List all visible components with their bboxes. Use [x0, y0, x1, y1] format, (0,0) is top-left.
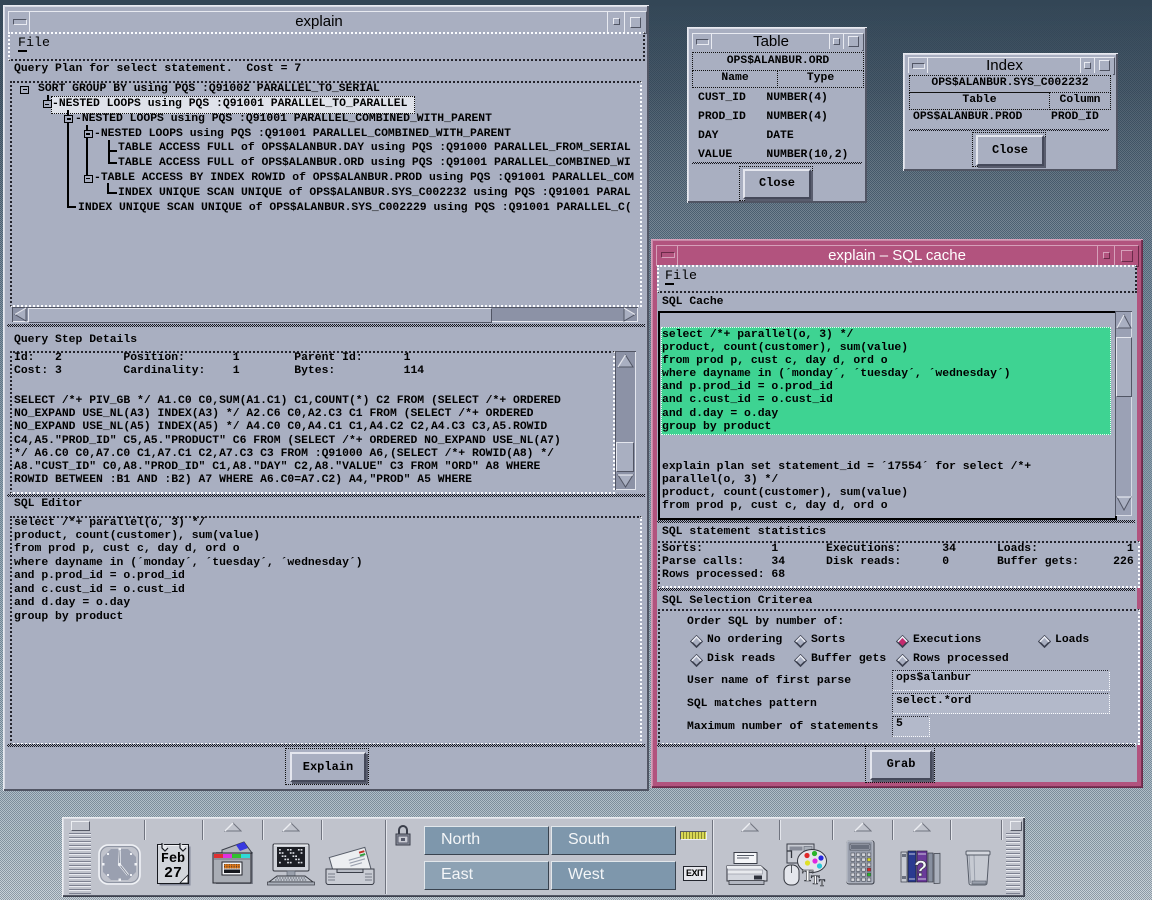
svg-text:T: T — [819, 878, 825, 887]
svg-text:27: 27 — [164, 865, 182, 882]
svg-text:?: ? — [914, 856, 927, 881]
